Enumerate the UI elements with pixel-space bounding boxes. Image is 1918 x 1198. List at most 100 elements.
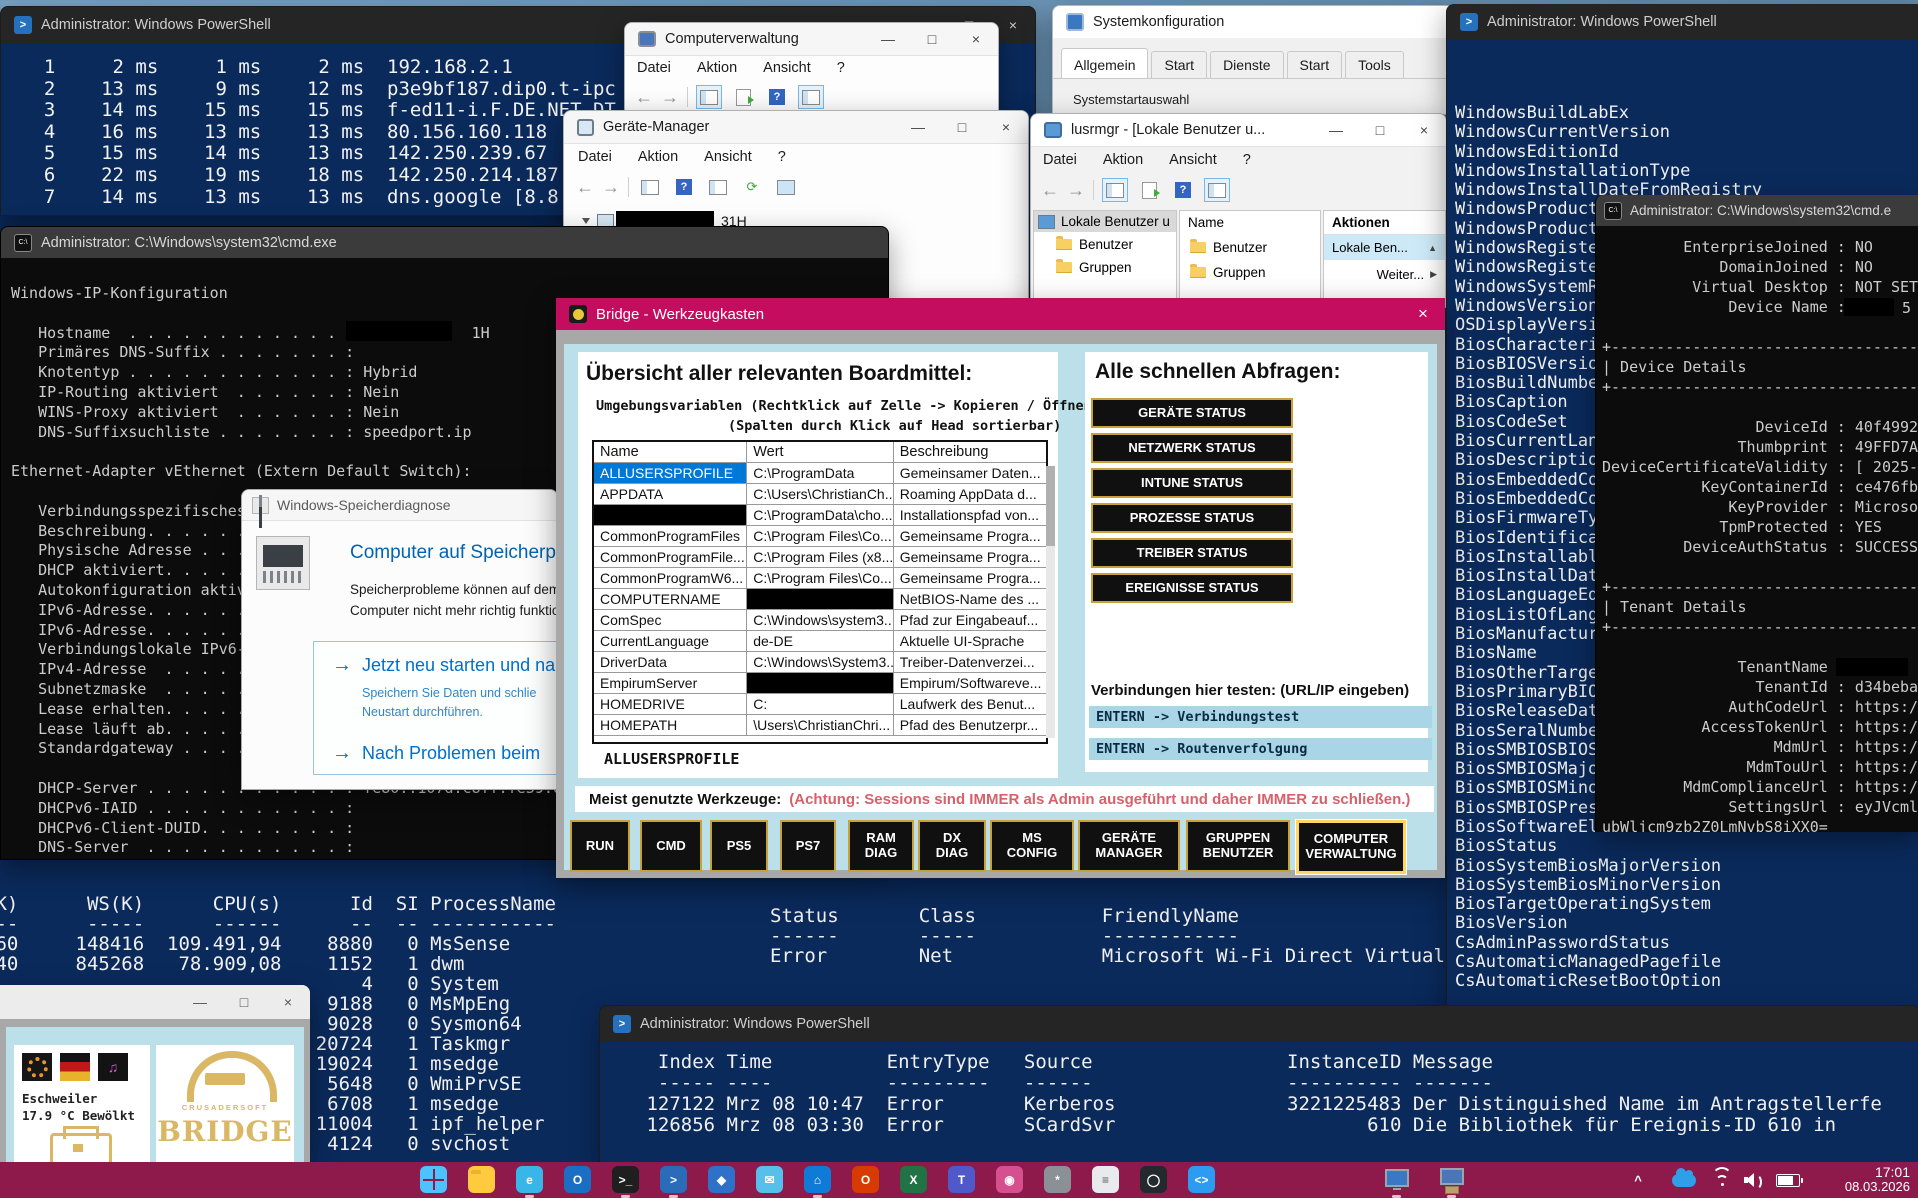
printer-icon[interactable] (50, 1133, 112, 1162)
tab-start-2[interactable]: Start (1287, 51, 1343, 78)
table-row[interactable]: ALLUSERSPROFILEC:\ProgramDataGemeinsamer… (594, 463, 1046, 484)
connection-test-input[interactable]: ENTERN -> Verbindungstest (1089, 706, 1432, 728)
tree-root-lokale-benutzer[interactable]: Lokale Benutzer u (1034, 211, 1176, 232)
col-header-name[interactable]: Name (594, 442, 747, 462)
powershell-icon[interactable]: > (660, 1166, 687, 1193)
table-row[interactable]: CurrentLanguagede-DEAktuelle UI-Sprache (594, 631, 1046, 652)
export-list-icon[interactable] (1136, 178, 1162, 202)
menu-aktion[interactable]: Aktion (638, 149, 678, 165)
menu-ansicht[interactable]: Ansicht (704, 149, 752, 165)
computer-mgmt-taskbar-icon[interactable] (1438, 1166, 1465, 1193)
actions-more-row[interactable]: Weiter... ▶ (1324, 260, 1445, 289)
mail-icon[interactable]: ✉ (756, 1166, 783, 1193)
file-explorer-icon[interactable] (468, 1166, 495, 1193)
outlook-icon[interactable]: O (564, 1166, 591, 1193)
terminal-icon[interactable]: >_ (612, 1166, 639, 1193)
list-item-benutzer[interactable]: Benutzer (1180, 234, 1320, 258)
dx-diag-button[interactable]: DXDIAG (918, 820, 986, 872)
table-row[interactable]: CommonProgramFile...C:\Program Files (x8… (594, 547, 1046, 568)
bridge-launcher-window[interactable]: — □ × ♫ Eschweiler 17.9 °C Bewölkt CRUSA… (0, 985, 310, 1162)
tree-item-benutzer[interactable]: Benutzer (1034, 232, 1176, 255)
close-button[interactable]: × (954, 23, 998, 55)
close-button[interactable]: × (1401, 298, 1445, 330)
treiber-status-button[interactable]: TREIBER STATUS (1091, 538, 1293, 568)
menu-help[interactable]: ? (1243, 152, 1251, 168)
intune-status-button[interactable]: INTUNE STATUS (1091, 468, 1293, 498)
ram-diag-button[interactable]: RAMDIAG (848, 820, 914, 872)
help-icon[interactable]: ? (1170, 178, 1196, 202)
github-icon[interactable]: ◯ (1140, 1166, 1167, 1193)
forward-icon[interactable]: → (661, 87, 679, 108)
bridge-werkzeugkasten-window[interactable]: Bridge - Werkzeugkasten × Übersicht alle… (556, 298, 1445, 878)
tree-expanded-icon[interactable] (582, 218, 590, 224)
forward-icon[interactable]: → (1067, 180, 1085, 201)
ms-config-button[interactable]: MSCONFIG (990, 820, 1074, 872)
minimize-button[interactable]: — (896, 111, 940, 143)
menu-datei[interactable]: Datei (1043, 152, 1077, 168)
volume-icon[interactable] (1744, 1172, 1764, 1188)
menu-help[interactable]: ? (778, 149, 786, 165)
settings-icon[interactable]: * (1044, 1166, 1071, 1193)
menu-help[interactable]: ? (837, 60, 845, 76)
ps7-button[interactable]: PS7 (780, 820, 836, 872)
close-button[interactable]: × (266, 985, 310, 1019)
console-tree-icon[interactable] (637, 175, 663, 199)
close-button[interactable]: × (984, 111, 1028, 143)
help-icon[interactable]: ? (671, 175, 697, 199)
start-icon[interactable] (420, 1166, 447, 1193)
maximize-button[interactable]: □ (222, 985, 266, 1019)
excel-icon[interactable]: X (900, 1166, 927, 1193)
menu-ansicht[interactable]: Ansicht (1169, 152, 1217, 168)
computerverwaltung-window[interactable]: Computerverwaltung — □ × Datei Aktion An… (624, 22, 999, 120)
photos-icon[interactable]: ◉ (996, 1166, 1023, 1193)
geraete-status-button[interactable]: GERÄTE STATUS (1091, 398, 1293, 428)
console-tree-icon[interactable] (696, 85, 722, 109)
console-tree-icon[interactable] (1102, 178, 1128, 202)
minimize-button[interactable]: — (1314, 114, 1358, 146)
cmd-dsregcmd-window[interactable]: C:\ Administrator: C:\Windows\system32\c… (1595, 195, 1918, 832)
tray-chevron-icon[interactable]: ^ (1628, 1170, 1648, 1190)
table-row[interactable]: EmpirumServerEmpirum/Softwareve... (594, 673, 1046, 694)
menu-ansicht[interactable]: Ansicht (763, 60, 811, 76)
maximize-button[interactable]: □ (910, 23, 954, 55)
ereignisse-status-button[interactable]: EREIGNISSE STATUS (1091, 573, 1293, 603)
action-pane-icon[interactable] (1204, 178, 1230, 202)
menu-aktion[interactable]: Aktion (697, 60, 737, 76)
forward-icon[interactable]: → (602, 177, 620, 198)
sysconfig-taskbar-icon[interactable] (1383, 1166, 1410, 1193)
table-row[interactable]: ComSpecC:\Windows\system3...Pfad zur Ein… (594, 610, 1046, 631)
env-var-table[interactable]: Name Wert Beschreibung ALLUSERSPROFILEC:… (592, 440, 1048, 744)
office-icon[interactable]: O (852, 1166, 879, 1193)
list-item-gruppen[interactable]: Gruppen (1180, 258, 1320, 283)
defender-icon[interactable]: ◆ (708, 1166, 735, 1193)
menu-datei[interactable]: Datei (578, 149, 612, 165)
vscode-icon[interactable]: <> (1188, 1166, 1215, 1193)
tab-allgemein[interactable]: Allgemein (1061, 48, 1148, 78)
menu-aktion[interactable]: Aktion (1103, 152, 1143, 168)
list-column-name[interactable]: Name (1180, 211, 1320, 234)
cmd-button[interactable]: CMD (640, 820, 702, 872)
powershell-events-window[interactable]: > Administrator: Windows PowerShell Inde… (599, 1005, 1918, 1164)
expand-icon[interactable]: ▶ (1430, 269, 1437, 280)
table-row[interactable]: C:\ProgramData\cho...Installationspfad v… (594, 505, 1046, 526)
collapse-icon[interactable]: ▲ (1428, 243, 1437, 253)
computer-verwaltung-button[interactable]: COMPUTERVERWALTUNG (1296, 820, 1406, 874)
crusadersoft-gear-icon[interactable] (22, 1053, 52, 1081)
back-icon[interactable]: ← (576, 177, 594, 198)
run-button[interactable]: RUN (570, 820, 630, 872)
table-row[interactable]: HOMEPATH\Users\ChristianChri...Pfad des … (594, 715, 1046, 736)
teams-icon[interactable]: T (948, 1166, 975, 1193)
table-scrollbar[interactable] (1046, 466, 1055, 738)
maximize-button[interactable]: □ (940, 111, 984, 143)
prozesse-status-button[interactable]: PROZESSE STATUS (1091, 503, 1293, 533)
route-trace-input[interactable]: ENTERN -> Routenverfolgung (1089, 738, 1432, 760)
table-row[interactable]: CommonProgramFilesC:\Program Files\Co...… (594, 526, 1046, 547)
help-icon[interactable]: ? (764, 85, 790, 109)
table-row[interactable]: HOMEDRIVEC:Laufwerk des Benut... (594, 694, 1046, 715)
actions-selected-row[interactable]: Lokale Ben... ▲ (1324, 235, 1445, 260)
tab-tools[interactable]: Tools (1345, 51, 1404, 78)
clock[interactable]: 17:01 08.03.2026 (1845, 1164, 1910, 1195)
gruppen-benutzer-button[interactable]: GRUPPENBENUTZER (1186, 820, 1290, 872)
taskbar[interactable]: eO>_>◆✉⌂OXT◉*≡◯<> ^ 17:01 08.03.2026 (0, 1162, 1918, 1198)
lusrmgr-window[interactable]: lusrmgr - [Lokale Benutzer u... — □ × Da… (1030, 113, 1447, 308)
